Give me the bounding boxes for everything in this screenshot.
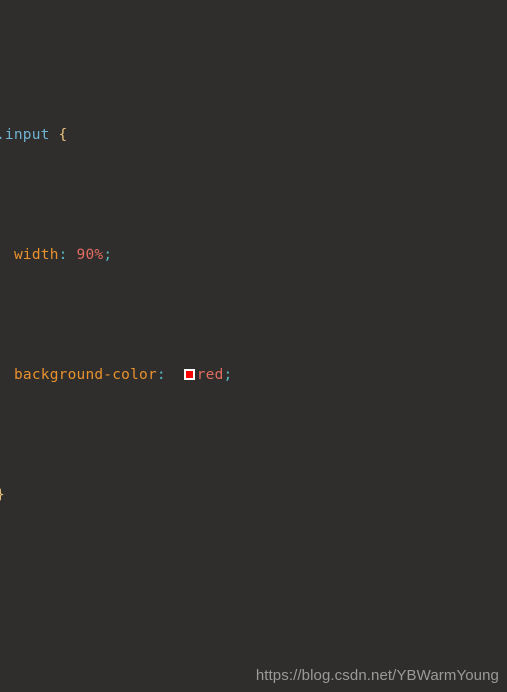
semicolon: ; [223, 367, 233, 383]
watermark: https://blog.csdn.net/YBWarmYoung [255, 667, 499, 684]
css-property: background-color [14, 367, 157, 383]
css-value: red [196, 367, 224, 383]
css-selector: .input [0, 127, 50, 143]
code-content[interactable]: .input { width: 90%; background-color: r… [0, 0, 507, 692]
colon: : [156, 367, 166, 383]
close-brace: } [0, 487, 5, 503]
colon: : [58, 247, 68, 263]
code-line-declaration: background-color: red; [0, 360, 507, 390]
code-editor[interactable]: .input { width: 90%; background-color: r… [0, 0, 507, 692]
css-property: width [14, 247, 59, 263]
color-swatch-icon[interactable] [183, 369, 195, 380]
css-value: 90% [76, 247, 104, 263]
code-line-declaration: width: 90%; [0, 240, 507, 270]
code-line-close-brace: } [0, 480, 507, 510]
semicolon: ; [103, 247, 113, 263]
code-line-selector: .input { [0, 120, 507, 150]
open-brace: { [58, 127, 68, 143]
